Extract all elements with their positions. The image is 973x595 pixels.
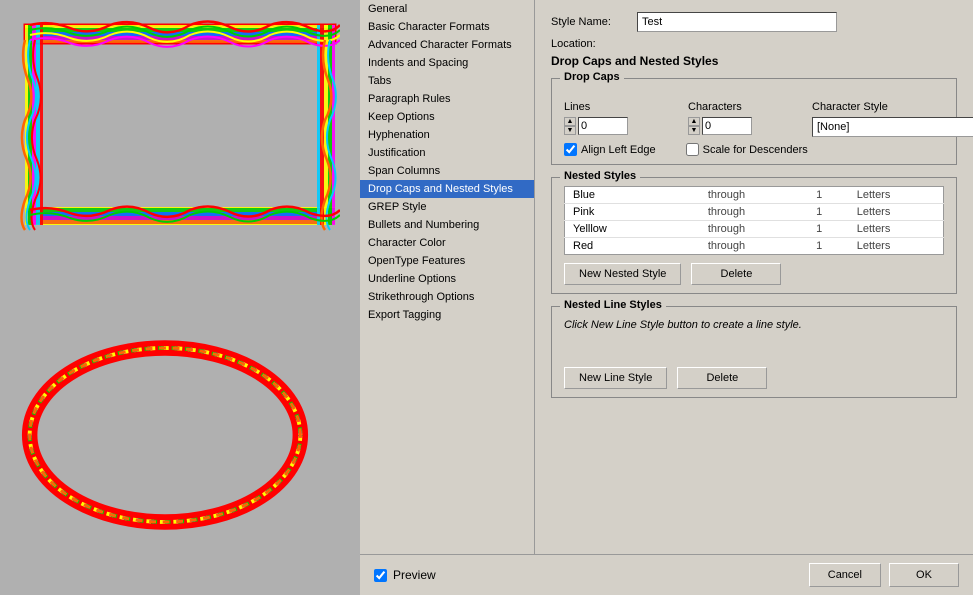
nested-style-through-0: through <box>700 187 808 204</box>
sidebar-item-general[interactable]: General <box>360 0 534 18</box>
nested-style-name-3: Red <box>565 238 700 255</box>
chars-up-btn[interactable]: ▲ <box>688 117 700 126</box>
nested-line-styles-legend: Nested Line Styles <box>560 299 666 311</box>
chars-spinner-buttons[interactable]: ▲ ▼ <box>688 117 700 135</box>
sidebar-item-justification[interactable]: Justification <box>360 144 534 162</box>
sidebar-item-hyphenation[interactable]: Hyphenation <box>360 126 534 144</box>
chars-input[interactable] <box>702 117 752 135</box>
sidebar-item-opentype[interactable]: OpenType Features <box>360 252 534 270</box>
top-shape-svg <box>20 15 340 235</box>
preview-panel <box>0 0 360 595</box>
drop-caps-section: Drop Caps Lines Characters Character Sty… <box>551 78 957 165</box>
align-left-label[interactable]: Align Left Edge <box>564 143 656 156</box>
sidebar-item-tabs[interactable]: Tabs <box>360 72 534 90</box>
nested-style-name-2: Yelllow <box>565 221 700 238</box>
nested-style-type-0: Letters <box>849 187 944 204</box>
nested-styles-section: Nested Styles Blue through 1 Letters Pin… <box>551 177 957 294</box>
lines-spinner[interactable]: ▲ ▼ <box>564 117 684 135</box>
location-row: Location: <box>551 38 957 50</box>
char-style-select[interactable]: [None] <box>812 117 973 137</box>
line-styles-info: Click New Line Style button to create a … <box>564 315 944 365</box>
preview-bottom-decoration <box>20 335 310 535</box>
lines-header: Lines <box>564 99 684 113</box>
sidebar-item-advanced-char[interactable]: Advanced Character Formats <box>360 36 534 54</box>
align-left-checkbox[interactable] <box>564 143 577 156</box>
section-title: Drop Caps and Nested Styles <box>551 54 957 68</box>
line-styles-btn-row: New Line Style Delete <box>564 367 944 389</box>
nested-style-type-2: Letters <box>849 221 944 238</box>
lines-up-btn[interactable]: ▲ <box>564 117 576 126</box>
nested-style-row-0[interactable]: Blue through 1 Letters <box>565 187 944 204</box>
sidebar-item-export-tagging[interactable]: Export Tagging <box>360 306 534 324</box>
nested-line-styles-section: Nested Line Styles Click New Line Style … <box>551 306 957 398</box>
scale-descenders-checkbox[interactable] <box>686 143 699 156</box>
nested-style-name-1: Pink <box>565 204 700 221</box>
sidebar-item-strikethrough[interactable]: Strikethrough Options <box>360 288 534 306</box>
sidebar-item-keep-options[interactable]: Keep Options <box>360 108 534 126</box>
nested-style-type-3: Letters <box>849 238 944 255</box>
style-name-label: Style Name: <box>551 16 631 28</box>
new-nested-style-btn[interactable]: New Nested Style <box>564 263 681 285</box>
nested-style-through-1: through <box>700 204 808 221</box>
nested-styles-btn-row: New Nested Style Delete <box>564 263 944 285</box>
nested-styles-legend: Nested Styles <box>560 170 640 182</box>
preview-checkbox-group: Preview <box>374 568 436 582</box>
nested-style-count-2: 1 <box>808 221 849 238</box>
delete-line-style-btn[interactable]: Delete <box>677 367 767 389</box>
delete-nested-style-btn[interactable]: Delete <box>691 263 781 285</box>
right-panel: Style Name: Location: Drop Caps and Nest… <box>535 0 973 554</box>
sidebar-item-span-columns[interactable]: Span Columns <box>360 162 534 180</box>
style-name-input[interactable] <box>637 12 837 32</box>
drop-caps-grid: Lines Characters Character Style ▲ <box>564 99 944 137</box>
drop-caps-legend: Drop Caps <box>560 71 624 83</box>
nested-style-name-0: Blue <box>565 187 700 204</box>
nested-style-type-1: Letters <box>849 204 944 221</box>
cancel-button[interactable]: Cancel <box>809 563 881 587</box>
lines-spinner-buttons[interactable]: ▲ ▼ <box>564 117 576 135</box>
preview-label[interactable]: Preview <box>393 568 436 582</box>
char-style-select-wrap[interactable]: [None] <box>812 117 973 137</box>
sidebar-item-bullets[interactable]: Bullets and Numbering <box>360 216 534 234</box>
nested-style-count-0: 1 <box>808 187 849 204</box>
sidebar-item-paragraph-rules[interactable]: Paragraph Rules <box>360 90 534 108</box>
chars-down-btn[interactable]: ▼ <box>688 126 700 135</box>
scale-descenders-label[interactable]: Scale for Descenders <box>686 143 808 156</box>
nested-style-row-1[interactable]: Pink through 1 Letters <box>565 204 944 221</box>
nested-style-count-1: 1 <box>808 204 849 221</box>
nested-style-through-2: through <box>700 221 808 238</box>
bottom-shape-svg <box>20 335 310 535</box>
dialog-buttons: Cancel OK <box>809 563 959 587</box>
sidebar-item-drop-caps[interactable]: Drop Caps and Nested Styles <box>360 180 534 198</box>
nested-styles-table: Blue through 1 Letters Pink through 1 Le… <box>564 186 944 255</box>
style-name-row: Style Name: <box>551 12 957 32</box>
char-style-header: Character Style <box>812 99 973 113</box>
nested-style-row-2[interactable]: Yelllow through 1 Letters <box>565 221 944 238</box>
lines-down-btn[interactable]: ▼ <box>564 126 576 135</box>
new-line-style-btn[interactable]: New Line Style <box>564 367 667 389</box>
location-label: Location: <box>551 38 631 50</box>
nested-style-row-3[interactable]: Red through 1 Letters <box>565 238 944 255</box>
lines-input[interactable] <box>578 117 628 135</box>
dialog-panel: General Basic Character Formats Advanced… <box>360 0 973 595</box>
chars-spinner[interactable]: ▲ ▼ <box>688 117 808 135</box>
preview-top-decoration <box>20 15 340 235</box>
sidebar-item-basic-char[interactable]: Basic Character Formats <box>360 18 534 36</box>
ok-button[interactable]: OK <box>889 563 959 587</box>
bottom-bar: Preview Cancel OK <box>360 554 973 595</box>
sidebar-item-underline[interactable]: Underline Options <box>360 270 534 288</box>
nested-style-count-3: 1 <box>808 238 849 255</box>
sidebar-item-indents-spacing[interactable]: Indents and Spacing <box>360 54 534 72</box>
nested-style-through-3: through <box>700 238 808 255</box>
sidebar-item-grep-style[interactable]: GREP Style <box>360 198 534 216</box>
chars-header: Characters <box>688 99 808 113</box>
style-options-list[interactable]: General Basic Character Formats Advanced… <box>360 0 535 554</box>
preview-checkbox[interactable] <box>374 569 387 582</box>
sidebar-item-char-color[interactable]: Character Color <box>360 234 534 252</box>
drop-caps-checkboxes: Align Left Edge Scale for Descenders <box>564 143 944 156</box>
